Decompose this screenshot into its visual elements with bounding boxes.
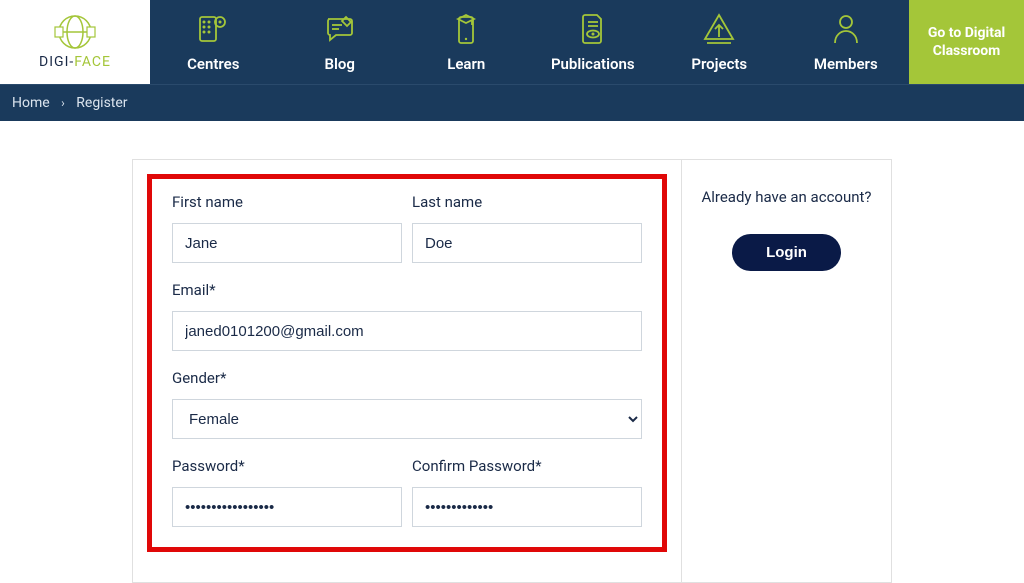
confirm-password-label: Confirm Password* (412, 457, 642, 475)
nav-projects[interactable]: Projects (656, 0, 783, 84)
logo[interactable]: DIGI-FACE (0, 0, 150, 84)
breadcrumb-current: Register (76, 95, 127, 111)
password-input[interactable] (172, 487, 402, 527)
go-to-classroom-button[interactable]: Go to Digital Classroom (909, 0, 1024, 84)
first-name-input[interactable] (172, 223, 402, 263)
first-name-label: First name (172, 193, 402, 211)
building-icon (195, 11, 231, 47)
breadcrumb-home[interactable]: Home (12, 95, 50, 111)
password-label: Password* (172, 457, 402, 475)
main-nav: Centres Blog Lea (150, 0, 909, 84)
nav-publications[interactable]: Publications (530, 0, 657, 84)
email-label: Email* (172, 281, 642, 299)
globe-icon (52, 14, 98, 54)
breadcrumb: Home › Register (0, 84, 1024, 121)
last-name-input[interactable] (412, 223, 642, 263)
chat-edit-icon (322, 11, 358, 47)
document-eye-icon (575, 11, 611, 47)
content: First name Last name Email* Gender* (132, 159, 892, 583)
login-side-panel: Already have an account? Login (681, 160, 891, 582)
register-form: First name Last name Email* Gender* (147, 174, 667, 552)
nav-label: Members (814, 55, 878, 73)
triangle-up-icon (701, 11, 737, 47)
nav-label: Projects (691, 55, 747, 73)
confirm-password-input[interactable] (412, 487, 642, 527)
phone-grad-icon (448, 11, 484, 47)
gender-label: Gender* (172, 369, 642, 387)
nav-label: Publications (551, 55, 635, 73)
nav-members[interactable]: Members (783, 0, 910, 84)
header: DIGI-FACE Centres (0, 0, 1024, 84)
person-icon (828, 11, 864, 47)
chevron-right-icon: › (61, 96, 65, 110)
login-button[interactable]: Login (732, 234, 841, 271)
nav-label: Learn (447, 55, 485, 73)
last-name-label: Last name (412, 193, 642, 211)
nav-learn[interactable]: Learn (403, 0, 530, 84)
gender-select[interactable]: Female (172, 399, 642, 439)
nav-label: Centres (187, 55, 239, 73)
register-form-panel: First name Last name Email* Gender* (133, 160, 681, 582)
already-have-account-text: Already have an account? (700, 188, 873, 206)
nav-centres[interactable]: Centres (150, 0, 277, 84)
logo-text: DIGI-FACE (39, 54, 111, 70)
email-input[interactable] (172, 311, 642, 351)
nav-blog[interactable]: Blog (277, 0, 404, 84)
nav-label: Blog (325, 55, 355, 73)
